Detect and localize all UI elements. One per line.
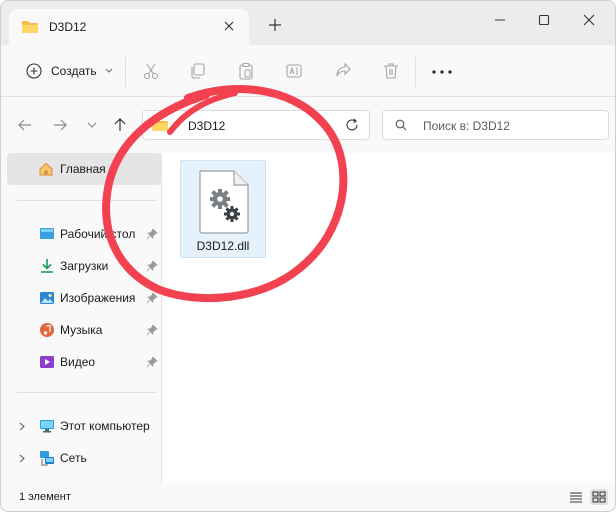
network-icon: [40, 451, 54, 466]
sidebar-item-home[interactable]: Главная: [7, 153, 161, 185]
navigation-bar: D3D12 Поиск в: D3D12: [1, 97, 615, 153]
pin-icon[interactable]: [146, 324, 158, 336]
toolbar-divider: [125, 57, 126, 87]
cut-icon[interactable]: [141, 61, 161, 81]
details-view-icon[interactable]: [567, 489, 585, 505]
pin-icon[interactable]: [146, 292, 158, 304]
more-icon[interactable]: [431, 69, 453, 75]
pin-icon[interactable]: [146, 260, 158, 272]
plus-circle-icon: [26, 63, 42, 79]
item-count: 1 элемент: [19, 491, 71, 503]
sidebar-item-pictures[interactable]: Изображения: [1, 282, 161, 314]
sidebar-item-label: Сеть: [60, 451, 87, 465]
delete-icon[interactable]: [381, 61, 401, 81]
close-window-icon[interactable]: [579, 11, 599, 29]
sidebar-item-label: Видео: [60, 355, 96, 369]
explorer-window: D3D12 Создать D3D12 Поиск в: D3D12 Главн…: [0, 0, 616, 512]
close-tab-icon[interactable]: [221, 18, 237, 34]
home-icon: [39, 162, 53, 176]
create-button[interactable]: Создать: [17, 57, 121, 85]
sidebar-divider: [17, 200, 157, 201]
sidebar-item-label: Музыка: [60, 323, 103, 337]
chevron-down-icon: [105, 68, 112, 73]
sidebar-item-this-pc[interactable]: Этот компьютер: [1, 410, 161, 442]
pin-icon[interactable]: [146, 228, 158, 240]
video-icon: [40, 356, 54, 368]
address-bar[interactable]: D3D12: [142, 110, 370, 140]
breadcrumb-d3d12[interactable]: D3D12: [188, 119, 225, 133]
pictures-icon: [40, 292, 54, 304]
command-bar: Создать: [1, 45, 615, 97]
navigation-pane: Главная Рабочий стол Загрузки Изображени…: [1, 153, 161, 483]
search-box[interactable]: Поиск в: D3D12: [382, 110, 609, 140]
recent-locations-icon[interactable]: [84, 117, 100, 133]
search-placeholder: Поиск в: D3D12: [423, 119, 510, 133]
sidebar-item-label: Главная: [60, 162, 106, 176]
sidebar-item-label: Изображения: [60, 291, 136, 305]
sidebar-item-music[interactable]: Музыка: [1, 314, 161, 346]
toolbar-divider: [415, 57, 416, 87]
file-item-d3d12-dll[interactable]: D3D12.dll: [180, 160, 266, 258]
chevron-right-icon[interactable]: [19, 454, 25, 463]
up-icon[interactable]: [112, 117, 128, 133]
pin-icon[interactable]: [146, 356, 158, 368]
folder-icon: [22, 21, 38, 33]
sidebar-item-desktop[interactable]: Рабочий стол: [1, 218, 161, 250]
file-name: D3D12.dll: [196, 239, 250, 253]
new-tab-icon[interactable]: [267, 17, 283, 33]
tab-d3d12[interactable]: D3D12: [9, 9, 249, 45]
copy-icon[interactable]: [188, 61, 208, 81]
search-icon: [395, 119, 407, 131]
status-bar: 1 элемент: [1, 483, 615, 511]
folder-icon: [152, 119, 168, 131]
rename-icon[interactable]: [284, 61, 304, 81]
paste-icon[interactable]: [236, 61, 256, 81]
title-bar: D3D12: [1, 1, 615, 45]
refresh-icon[interactable]: [345, 118, 359, 132]
tiles-view-icon[interactable]: [590, 489, 608, 505]
maximize-icon[interactable]: [534, 11, 554, 29]
sidebar-item-label: Рабочий стол: [60, 227, 136, 241]
share-icon[interactable]: [333, 61, 353, 81]
sidebar-item-label: Этот компьютер: [60, 419, 150, 433]
downloads-icon: [41, 259, 53, 273]
sidebar-divider: [17, 392, 157, 393]
sidebar-item-label: Загрузки: [60, 259, 109, 273]
tab-title: D3D12: [49, 20, 87, 34]
computer-icon: [40, 420, 54, 433]
chevron-right-icon[interactable]: [19, 422, 25, 431]
create-label: Создать: [51, 64, 97, 78]
forward-icon[interactable]: [52, 117, 68, 133]
desktop-icon: [40, 228, 54, 239]
sidebar-item-downloads[interactable]: Загрузки: [1, 250, 161, 282]
minimize-icon[interactable]: [490, 11, 510, 29]
chevron-right-icon[interactable]: [174, 121, 180, 130]
file-list: D3D12.dll: [161, 153, 615, 483]
music-icon: [40, 323, 54, 337]
dll-file-icon: [199, 170, 249, 234]
back-icon[interactable]: [17, 117, 33, 133]
sidebar-item-video[interactable]: Видео: [1, 346, 161, 378]
sidebar-item-network[interactable]: Сеть: [1, 442, 161, 474]
